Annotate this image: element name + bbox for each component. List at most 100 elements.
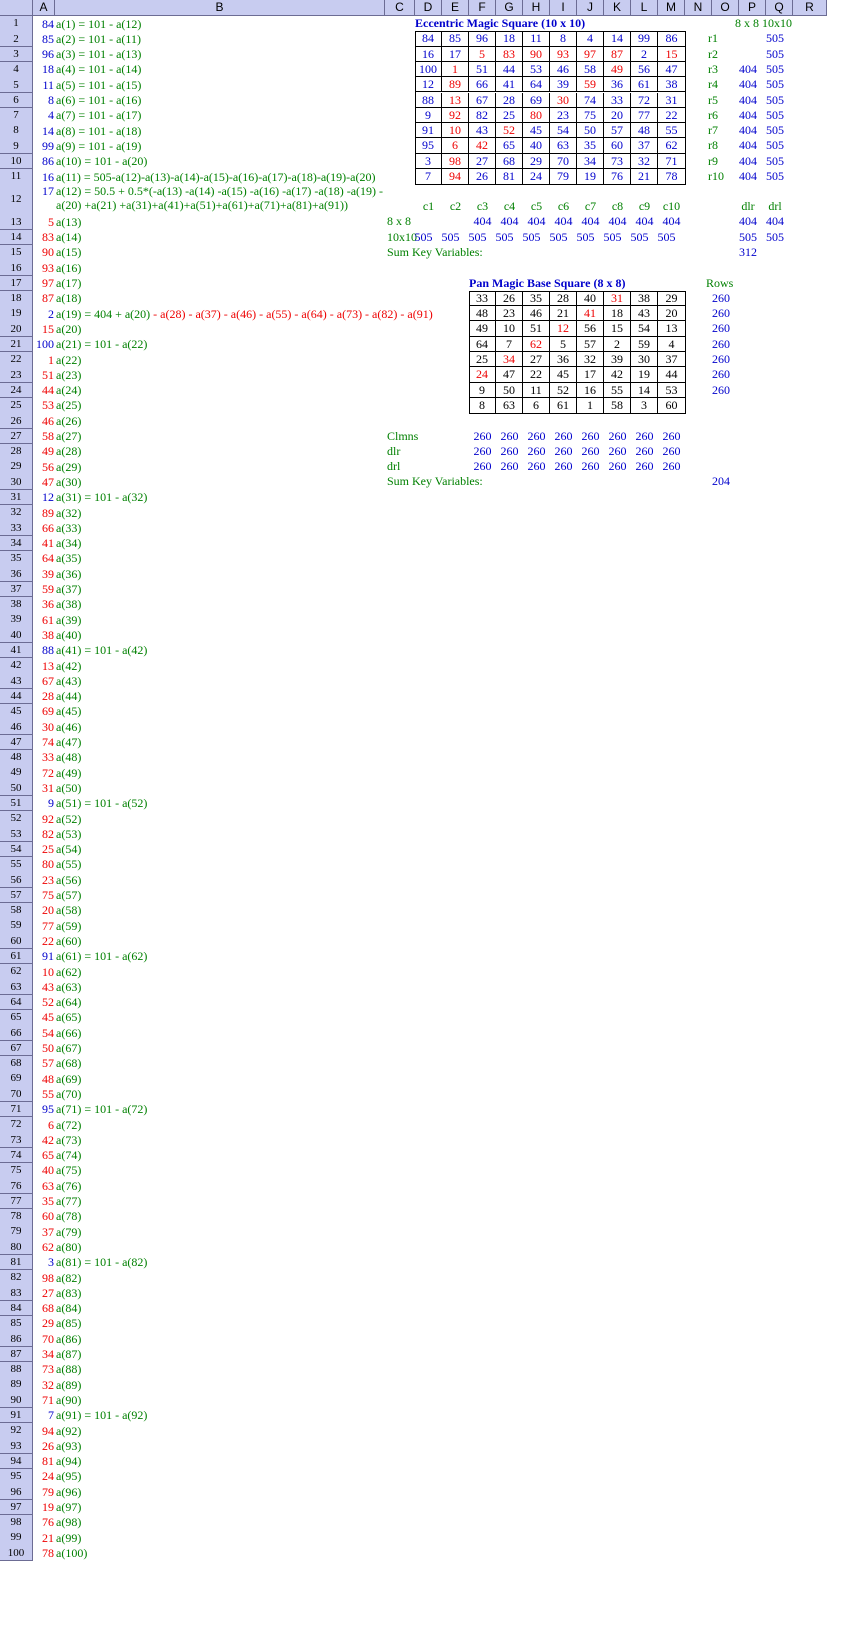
cell-b-formula: a(35): [56, 551, 82, 566]
cell-b-formula: a(82): [56, 1270, 82, 1285]
formula-part: a(19) = 404 + a(20): [56, 306, 154, 321]
cell-a-value: 61: [42, 612, 54, 627]
row-label: r1: [708, 31, 718, 46]
cell-a-value: 84: [42, 16, 54, 31]
cell-b-formula: a(53): [56, 826, 82, 841]
column-header[interactable]: P: [739, 0, 766, 16]
column-sum: 260: [635, 428, 654, 443]
dlr-sum: 260: [527, 443, 546, 458]
eccentric-cell: 27: [469, 153, 496, 169]
eccentric-cell: 20: [604, 107, 631, 124]
cell-b-formula: a(42): [56, 658, 82, 673]
cell-b-formula: a(57): [56, 888, 82, 902]
eccentric-cell: 84: [415, 31, 442, 47]
cell-a-value: 32: [42, 1377, 54, 1392]
panmagic-cell: 50: [496, 382, 523, 398]
column-header[interactable]: G: [496, 0, 523, 16]
cell-a-value: 49: [42, 444, 54, 459]
column-header[interactable]: N: [685, 0, 712, 16]
cell-b-formula: a(86): [56, 1331, 82, 1346]
eccentric-cell: 45: [523, 123, 550, 139]
panmagic-cell: 8: [469, 397, 496, 415]
cell-a-value: 91: [42, 949, 54, 964]
cell-a-value: 97: [42, 276, 54, 290]
eccentric-cell: 66: [469, 77, 496, 93]
column-header[interactable]: C: [385, 0, 415, 16]
eccentric-cell: 18: [496, 31, 523, 47]
panmagic-cell: 43: [631, 306, 658, 322]
eccentric-cell: 11: [523, 31, 550, 47]
cell-a-value: 48: [42, 1071, 54, 1086]
cell-b-formula: a(60): [56, 933, 82, 948]
eccentric-cell: 28: [496, 92, 523, 108]
column-header[interactable]: H: [523, 0, 550, 16]
cell-a-value: 68: [42, 1301, 54, 1316]
diag-label: dlr: [741, 199, 755, 214]
eccentric-cell: 35: [577, 138, 604, 154]
eccentric-cell: 92: [442, 107, 469, 124]
panmagic-cell: 14: [631, 382, 658, 398]
eccentric-cell: 56: [631, 61, 658, 78]
cell-a-value: 23: [42, 872, 54, 887]
column-header[interactable]: K: [604, 0, 631, 16]
cell-b-formula: a(73): [56, 1132, 82, 1147]
eccentric-cell: 95: [415, 138, 442, 154]
column-header[interactable]: I: [550, 0, 577, 16]
cell-b-formula: a(11) = 505-a(12)-a(13)-a(14)-a(15)-a(16…: [56, 169, 376, 184]
drl-sum: 260: [500, 459, 519, 474]
select-all-corner[interactable]: [0, 0, 33, 16]
column-header[interactable]: A: [33, 0, 55, 16]
eccentric-cell: 91: [415, 123, 442, 139]
cell-b-formula: a(93): [56, 1438, 82, 1453]
column-header[interactable]: Q: [766, 0, 793, 16]
cell-b-formula: a(51) = 101 - a(52): [56, 796, 148, 811]
cell-b-formula: a(50): [56, 780, 82, 795]
cell-a-value: 65: [42, 1148, 54, 1163]
column-header[interactable]: B: [55, 0, 385, 16]
eccentric-cell: 68: [496, 153, 523, 169]
eccentric-cell: 65: [496, 138, 523, 154]
column-header[interactable]: F: [469, 0, 496, 16]
column-header[interactable]: E: [442, 0, 469, 16]
column-header[interactable]: D: [415, 0, 442, 16]
cell-b-formula: a(76): [56, 1178, 82, 1193]
eccentric-cell: 4: [577, 31, 604, 47]
sum-key-variables-value: 204: [712, 474, 730, 489]
sum-row-label: 8 x 8: [387, 214, 411, 229]
panmagic-cell: 4: [658, 336, 686, 352]
eccentric-cell: 16: [415, 46, 442, 62]
cell-a-value: 79: [42, 1484, 54, 1499]
eccentric-cell: 29: [523, 153, 550, 169]
cell-a-value: 20: [42, 903, 54, 918]
cell-a-value: 98: [42, 1270, 54, 1285]
sum-key-variables-label: Sum Key Variables:: [387, 474, 483, 489]
cell-b-formula: a(77): [56, 1194, 82, 1208]
row-sum-8x8: 404: [739, 153, 757, 168]
column-header[interactable]: L: [631, 0, 658, 16]
cell-a-value: 55: [42, 1086, 54, 1101]
eccentric-cell: 96: [469, 31, 496, 47]
column-header[interactable]: R: [793, 0, 827, 16]
cell-a-value: 52: [42, 995, 54, 1010]
dlr-sum: 260: [635, 443, 654, 458]
cell-a-value: 2: [48, 306, 54, 321]
cell-b-formula: a(32): [56, 505, 82, 520]
cell-b-formula: a(78): [56, 1209, 82, 1224]
column-sum-8x8: 404: [554, 214, 573, 229]
row-sum-8x8: 404: [739, 77, 757, 92]
column-header[interactable]: M: [658, 0, 685, 16]
cell-a-value: 26: [42, 1438, 54, 1453]
eccentric-cell: 83: [496, 46, 523, 62]
panmagic-cell: 61: [550, 397, 577, 415]
panmagic-cell: 52: [550, 382, 577, 398]
eccentric-square-title: Eccentric Magic Square (10 x 10): [415, 16, 586, 30]
eccentric-cell: 67: [469, 92, 496, 108]
diag-sum: 404: [766, 214, 784, 229]
panmagic-cell: 30: [631, 352, 658, 368]
column-header[interactable]: O: [712, 0, 739, 16]
cell-b-formula: a(8) = 101 - a(18): [56, 123, 142, 138]
cell-a-value: 46: [42, 413, 54, 428]
cell-b-formula: a(24): [56, 383, 82, 398]
column-header[interactable]: J: [577, 0, 604, 16]
panmagic-cell: 47: [496, 367, 523, 383]
